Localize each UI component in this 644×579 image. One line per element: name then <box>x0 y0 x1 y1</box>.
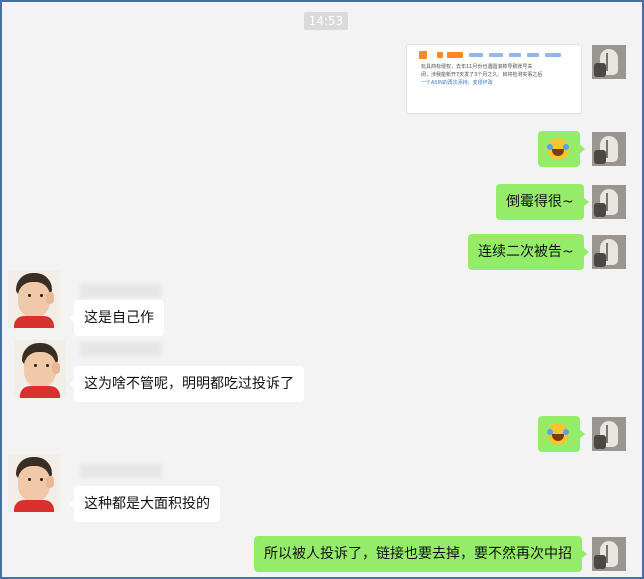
my-avatar[interactable] <box>592 45 626 79</box>
my-avatar[interactable] <box>592 537 626 571</box>
contact-name-blurred <box>80 342 162 356</box>
my-text-message[interactable]: 倒霉得很~ <box>496 184 589 220</box>
my-text-message[interactable]: 所以被人投诉了，链接也要去掉，要不然再次中招 <box>254 536 587 572</box>
laugh-cry-emoji-icon <box>547 423 569 445</box>
my-avatar[interactable] <box>592 417 626 451</box>
contact-avatar[interactable] <box>8 454 60 512</box>
shared-image-message[interactable]: 玩具商标侵权，去年11月份也遇圆滚柿导致账号关 闭，涉我能新开7天发了3个月之久… <box>406 44 582 114</box>
contact-avatar[interactable] <box>8 270 60 328</box>
image-tab-mark <box>545 53 561 57</box>
my-avatar[interactable] <box>592 132 626 166</box>
laugh-cry-emoji-icon <box>547 138 569 160</box>
image-header-strip <box>415 51 573 59</box>
image-tab-mark <box>509 53 521 57</box>
contact-name-blurred <box>80 284 162 298</box>
image-tab-mark <box>527 53 539 57</box>
image-tag-mark <box>437 52 443 58</box>
my-avatar[interactable] <box>592 185 626 219</box>
image-text-line: 玩具商标侵权，去年11月份也遇圆滚柿导致账号关 <box>421 64 533 70</box>
my-text-message[interactable]: 连续二次被告~ <box>468 234 589 270</box>
image-tab-mark <box>489 53 503 57</box>
contact-avatar[interactable] <box>14 340 66 398</box>
emoji-message[interactable] <box>538 131 585 167</box>
contact-text-message[interactable]: 这种都是大面积投的 <box>69 486 220 522</box>
image-tag-mark <box>447 52 463 58</box>
contact-text-message[interactable]: 这为啥不管呢，明明都吃过投诉了 <box>69 366 304 402</box>
image-text-line: 闭，涉我能新开7天发了3个月之久。目将检测实事之后 <box>421 72 543 78</box>
site-logo-icon <box>419 51 427 59</box>
emoji-message[interactable] <box>538 416 585 452</box>
contact-name-blurred <box>80 464 162 478</box>
message-timestamp: 14:53 <box>304 12 348 30</box>
chat-window: 14:53 玩具商标侵权，去年11月份也遇圆滚柿导致账号关 闭，涉我能新开7天发… <box>0 0 644 579</box>
image-text-line: 一个ASIN的再次添持。变侵坏政 <box>421 80 493 86</box>
image-tab-mark <box>469 53 483 57</box>
contact-text-message[interactable]: 这是自己作 <box>69 300 164 336</box>
my-avatar[interactable] <box>592 235 626 269</box>
